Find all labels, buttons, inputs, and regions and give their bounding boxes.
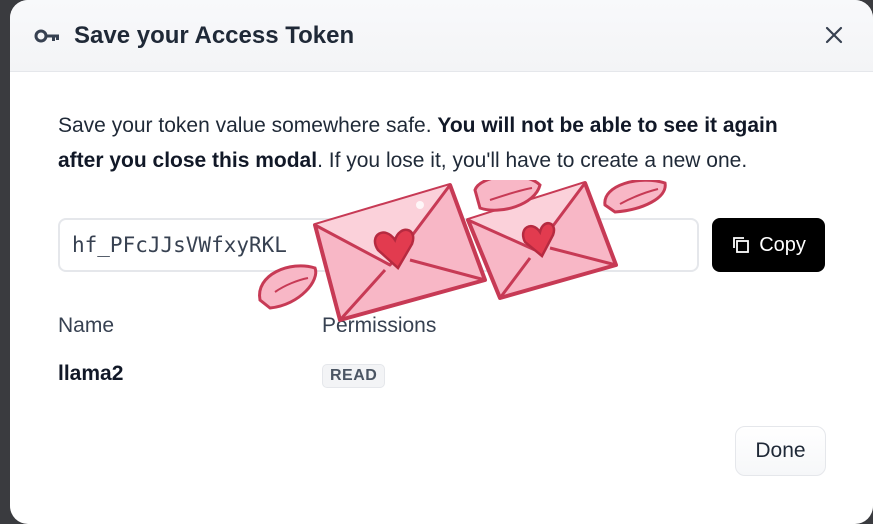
access-token-modal: Save your Access Token Save your token v… xyxy=(10,0,873,524)
modal-header: Save your Access Token xyxy=(10,0,873,72)
modal-description: Save your token value somewhere safe. Yo… xyxy=(58,108,818,178)
token-name: llama2 xyxy=(58,362,124,385)
done-button[interactable]: Done xyxy=(735,426,826,476)
name-header: Name xyxy=(58,314,115,337)
key-icon xyxy=(34,26,62,46)
close-icon[interactable] xyxy=(823,24,845,46)
token-row: hf_PFcJJsVWfxyRKL Copy xyxy=(58,218,825,272)
copy-button-label: Copy xyxy=(759,233,806,256)
token-field[interactable]: hf_PFcJJsVWfxyRKL xyxy=(58,218,700,272)
copy-icon xyxy=(733,237,750,253)
token-details: Name Permissions llama2 READ xyxy=(58,314,825,394)
description-text: Save your token value somewhere safe. xyxy=(58,114,438,137)
permissions-header: Permissions xyxy=(322,314,437,337)
description-text-end: . If you lose it, you'll have to create … xyxy=(317,149,748,172)
permission-badge: READ xyxy=(322,364,386,388)
modal-title: Save your Access Token xyxy=(74,21,355,49)
copy-button[interactable]: Copy xyxy=(712,218,825,272)
